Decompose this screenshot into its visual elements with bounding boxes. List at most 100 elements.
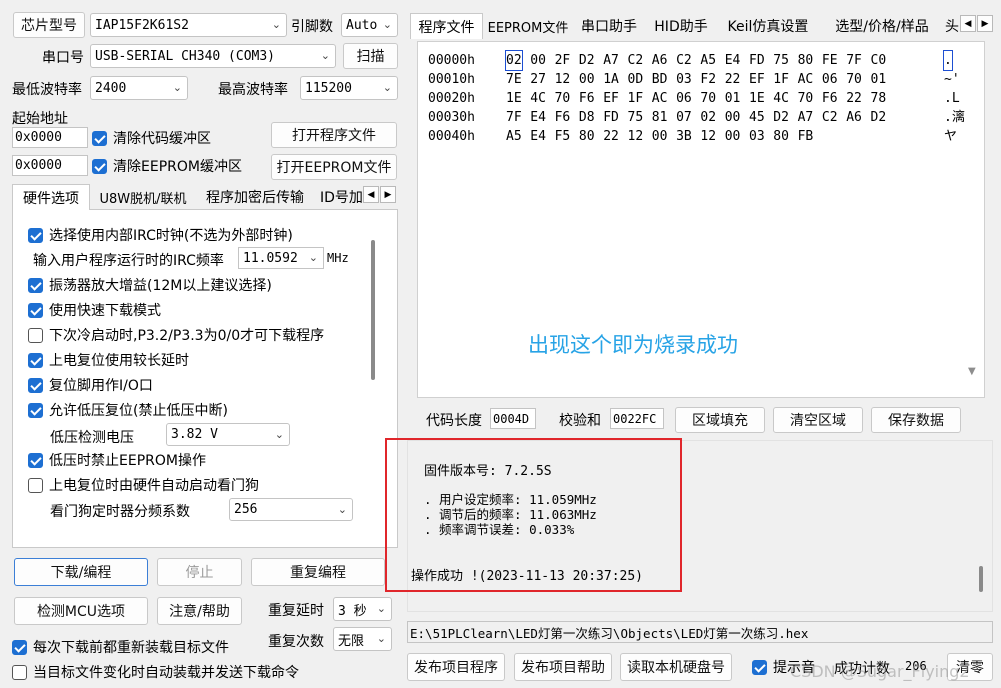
- hex-byte[interactable]: 75: [773, 51, 789, 70]
- repeat-delay-select[interactable]: 3 秒 ⌄: [333, 597, 392, 621]
- hex-byte[interactable]: 03: [749, 127, 765, 146]
- hex-byte[interactable]: 06: [822, 70, 838, 89]
- hex-byte[interactable]: A5: [700, 51, 716, 70]
- hex-byte[interactable]: F5: [555, 127, 571, 146]
- hex-byte[interactable]: 80: [773, 127, 789, 146]
- port-select[interactable]: USB-SERIAL CH340 (COM3) ⌄: [90, 44, 336, 68]
- min-baud-select[interactable]: 2400 ⌄: [90, 76, 188, 100]
- hex-byte[interactable]: 00: [579, 70, 595, 89]
- hex-byte[interactable]: 22: [603, 127, 619, 146]
- hex-byte[interactable]: 02: [700, 108, 716, 127]
- chip-model-button[interactable]: 芯片型号: [13, 12, 85, 38]
- chip-model-select[interactable]: IAP15F2K61S2 ⌄: [90, 13, 287, 37]
- tab-scroll-right-icon[interactable]: ▶: [380, 186, 396, 203]
- tab-id[interactable]: ID号加: [316, 184, 362, 210]
- hex-byte[interactable]: 12: [628, 127, 644, 146]
- hex-view[interactable]: 00000h 02 00 2F D2 A7 C2 A6 C2 A5 E4 FD 75 80 FE 7F C0. 0…: [417, 41, 985, 398]
- hex-byte[interactable]: E4: [530, 127, 546, 146]
- tab-selection-price[interactable]: 选型/价格/样品: [822, 13, 942, 39]
- hex-byte[interactable]: 0D: [628, 70, 644, 89]
- hex-byte[interactable]: 70: [846, 70, 862, 89]
- tab-u8w[interactable]: U8W脱机/联机: [92, 184, 194, 210]
- hex-byte[interactable]: 1F: [773, 70, 789, 89]
- eeprom-address-input[interactable]: 0x0000: [12, 155, 88, 176]
- detect-mcu-button[interactable]: 检测MCU选项: [14, 597, 148, 625]
- tab-more[interactable]: 头: [945, 13, 959, 39]
- hex-byte[interactable]: FB: [798, 127, 814, 146]
- hex-byte[interactable]: 01: [725, 89, 741, 108]
- hex-byte[interactable]: 45: [749, 108, 765, 127]
- open-program-file-button[interactable]: 打开程序文件: [271, 122, 397, 148]
- hex-byte[interactable]: C2: [628, 51, 644, 70]
- hex-byte[interactable]: 01: [871, 70, 887, 89]
- help-button[interactable]: 注意/帮助: [157, 597, 242, 625]
- hex-byte[interactable]: 00: [652, 127, 668, 146]
- hex-byte[interactable]: A7: [798, 108, 814, 127]
- publish-help-button[interactable]: 发布项目帮助: [514, 653, 612, 681]
- fast-download-checkbox[interactable]: 使用快速下载模式: [28, 300, 161, 320]
- hex-byte[interactable]: D2: [773, 108, 789, 127]
- hex-byte[interactable]: F6: [822, 89, 838, 108]
- hex-byte[interactable]: C0: [871, 51, 887, 70]
- hex-byte[interactable]: 7E: [506, 70, 522, 89]
- wdt-divider-select[interactable]: 256 ⌄: [229, 498, 353, 521]
- reload-checkbox[interactable]: 每次下载前都重新装载目标文件: [12, 637, 229, 657]
- hex-byte[interactable]: 22: [725, 70, 741, 89]
- open-eeprom-file-button[interactable]: 打开EEPROM文件: [271, 154, 397, 180]
- hex-byte[interactable]: AC: [798, 70, 814, 89]
- low-volt-reset-checkbox[interactable]: 允许低压复位(禁止低压中断): [28, 400, 228, 420]
- tab-serial-assistant[interactable]: 串口助手: [573, 13, 645, 39]
- watchdog-checkbox[interactable]: 上电复位时由硬件自动启动看门狗: [28, 475, 259, 495]
- tab-program-file[interactable]: 程序文件: [410, 13, 483, 39]
- hex-byte[interactable]: BD: [652, 70, 668, 89]
- hex-byte[interactable]: 1E: [506, 89, 522, 108]
- hex-byte[interactable]: 00: [725, 127, 741, 146]
- hex-byte[interactable]: 2F: [555, 51, 571, 70]
- pin-count-select[interactable]: Auto ⌄: [341, 13, 398, 37]
- irc-clock-checkbox[interactable]: 选择使用内部IRC时钟(不选为外部时钟): [28, 225, 293, 245]
- tab-hid-assistant[interactable]: HID助手: [648, 13, 714, 39]
- hex-byte[interactable]: D8: [579, 108, 595, 127]
- hex-byte[interactable]: 70: [798, 89, 814, 108]
- hex-byte[interactable]: A5: [506, 127, 522, 146]
- hex-byte[interactable]: 80: [798, 51, 814, 70]
- hex-byte[interactable]: FE: [822, 51, 838, 70]
- hex-byte[interactable]: C2: [822, 108, 838, 127]
- cold-start-checkbox[interactable]: 下次冷启动时,P3.2/P3.3为0/0才可下载程序: [28, 325, 324, 345]
- hex-byte[interactable]: 03: [676, 70, 692, 89]
- hex-byte[interactable]: F2: [700, 70, 716, 89]
- hex-byte[interactable]: E4: [725, 51, 741, 70]
- tab-keil-settings[interactable]: Keil仿真设置: [717, 13, 819, 39]
- tab-scroll-left-icon[interactable]: ◀: [363, 186, 379, 203]
- repeat-program-button[interactable]: 重复编程: [251, 558, 385, 586]
- hex-byte[interactable]: 1F: [628, 89, 644, 108]
- hex-byte[interactable]: 06: [676, 89, 692, 108]
- log-scrollbar[interactable]: [979, 566, 983, 592]
- hex-byte[interactable]: 80: [579, 127, 595, 146]
- hex-byte[interactable]: 7F: [846, 51, 862, 70]
- hex-byte[interactable]: 22: [846, 89, 862, 108]
- hex-byte[interactable]: EF: [603, 89, 619, 108]
- hex-byte[interactable]: 27: [530, 70, 546, 89]
- hex-byte[interactable]: 07: [676, 108, 692, 127]
- hex-byte[interactable]: FD: [603, 108, 619, 127]
- hex-byte[interactable]: 1E: [749, 89, 765, 108]
- region-fill-button[interactable]: 区域填充: [675, 407, 765, 433]
- reset-io-checkbox[interactable]: 复位脚用作I/O口: [28, 375, 153, 395]
- hex-byte[interactable]: 70: [700, 89, 716, 108]
- hex-byte[interactable]: 12: [555, 70, 571, 89]
- hex-byte[interactable]: F6: [555, 108, 571, 127]
- hex-byte[interactable]: 12: [700, 127, 716, 146]
- hex-byte[interactable]: AC: [652, 89, 668, 108]
- hex-byte[interactable]: 02: [505, 50, 523, 71]
- hex-byte[interactable]: 70: [555, 89, 571, 108]
- hex-byte[interactable]: 81: [652, 108, 668, 127]
- hex-byte[interactable]: A6: [652, 51, 668, 70]
- hex-byte[interactable]: F6: [579, 89, 595, 108]
- hex-byte[interactable]: FD: [749, 51, 765, 70]
- hex-byte[interactable]: A7: [603, 51, 619, 70]
- tab-scroll-left-icon[interactable]: ◀: [960, 15, 976, 32]
- options-scrollbar[interactable]: [371, 240, 375, 380]
- scan-button[interactable]: 扫描: [343, 43, 398, 69]
- publish-program-button[interactable]: 发布项目程序: [407, 653, 505, 681]
